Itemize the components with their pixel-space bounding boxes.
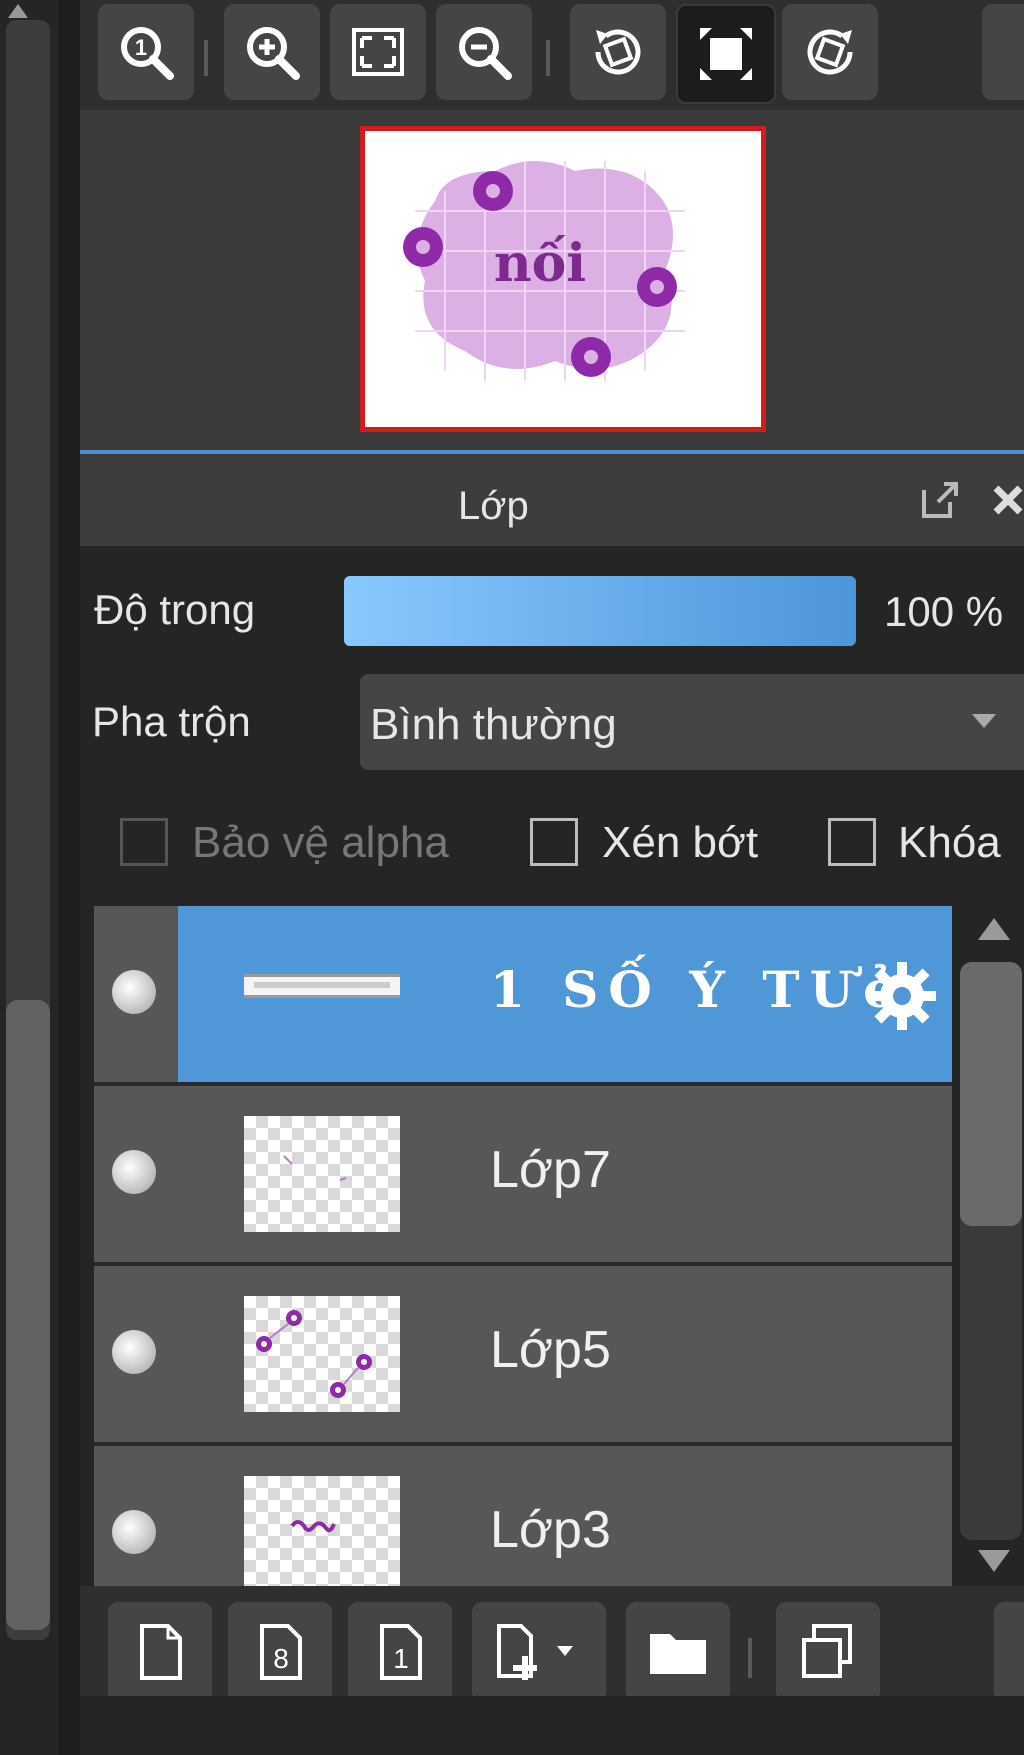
popout-icon[interactable] — [916, 476, 964, 524]
opacity-label: Độ trong — [94, 586, 256, 633]
layer-name[interactable]: Lớp5 — [490, 1320, 611, 1380]
rotate-right-button[interactable] — [782, 4, 878, 100]
toolbar-overflow-button[interactable] — [994, 1602, 1024, 1702]
layer-name[interactable]: Lớp7 — [490, 1140, 611, 1200]
panel-divider[interactable] — [58, 0, 80, 1755]
layer-thumbnail — [244, 966, 400, 1006]
zoom-in-button[interactable] — [224, 4, 320, 100]
rotate-left-icon — [595, 29, 641, 75]
layer-thumbnail-image — [290, 1520, 336, 1533]
new-8bit-layer-icon: 8 — [260, 1624, 302, 1680]
scroll-up-arrow-icon[interactable] — [8, 4, 28, 18]
duplicate-layer-button[interactable] — [776, 1602, 880, 1702]
layer-properties: Độ trong 100 % Pha trộn Bình thường Bảo … — [80, 546, 1024, 906]
visibility-toggle-icon[interactable] — [112, 1150, 156, 1194]
new-layer-button[interactable] — [108, 1602, 212, 1702]
folder-icon — [650, 1634, 706, 1674]
left-sidebar — [0, 0, 58, 1755]
add-layer-dropdown-icon — [497, 1624, 573, 1680]
fit-to-window-icon — [352, 28, 404, 76]
clipping-checkbox[interactable] — [530, 818, 578, 866]
layer-list: 1 SỐ Ý TƯở Lớp7 Lớp5 Lớp3 — [80, 906, 1024, 1586]
toolbar-separator — [748, 1638, 752, 1678]
scroll-up-arrow-icon[interactable] — [978, 918, 1010, 940]
zoom-out-icon — [459, 27, 512, 80]
visibility-toggle-icon[interactable] — [112, 1330, 156, 1374]
layers-panel-header: Lớp — [80, 454, 1024, 546]
layer-visibility-cell[interactable] — [94, 1086, 178, 1262]
layer-visibility-cell[interactable] — [94, 1446, 178, 1586]
scroll-down-arrow-icon[interactable] — [978, 1550, 1010, 1572]
opacity-value: 100 % — [884, 588, 1004, 635]
rotate-left-button[interactable] — [570, 4, 666, 100]
zoom-in-icon — [247, 27, 300, 80]
close-icon[interactable] — [988, 476, 1024, 524]
lock-label: Khóa — [898, 818, 1001, 867]
chevron-down-icon — [972, 714, 996, 728]
opacity-slider-fill — [344, 576, 856, 646]
navigator-toolbar: 1 — [80, 0, 1024, 110]
fit-to-window-button[interactable] — [330, 4, 426, 100]
left-scrollbar-thumb[interactable] — [6, 1000, 50, 1630]
new-8bit-layer-label: 8 — [273, 1643, 289, 1674]
layer-name[interactable]: Lớp3 — [490, 1500, 611, 1560]
duplicate-layer-icon — [802, 1624, 852, 1678]
add-layer-dropdown-button[interactable] — [472, 1602, 606, 1702]
protect-alpha-label: Bảo vệ alpha — [192, 818, 449, 867]
navigator-preview[interactable]: nối — [80, 110, 1024, 450]
layer-actions-toolbar: 8 1 — [80, 1586, 1024, 1702]
layer-thumbnail — [244, 1296, 400, 1412]
layer-thumbnail — [244, 1116, 400, 1232]
layer-visibility-cell[interactable] — [94, 906, 178, 1082]
layer-thumbnail-image — [283, 1155, 347, 1181]
scrollbar-thumb[interactable] — [960, 962, 1022, 1226]
canvas-artwork: nối — [365, 131, 761, 427]
blend-mode-value: Bình thường — [370, 700, 617, 749]
panel-bottom-edge — [80, 1696, 1024, 1755]
artwork-text: nối — [494, 233, 586, 294]
blend-mode-select[interactable]: Bình thường — [360, 674, 1024, 770]
layer-row[interactable]: Lớp3 — [94, 1446, 952, 1586]
layer-row[interactable]: Lớp5 — [94, 1266, 952, 1442]
clipping-label: Xén bớt — [602, 818, 759, 867]
visibility-toggle-icon[interactable] — [112, 1510, 156, 1554]
layer-name[interactable]: 1 SỐ Ý TƯở — [490, 960, 907, 1019]
lock-checkbox[interactable] — [828, 818, 876, 866]
layer-list-scrollbar[interactable] — [958, 914, 1024, 1574]
visibility-toggle-icon[interactable] — [112, 970, 156, 1014]
panel-title: Lớp — [458, 484, 529, 528]
new-layer-icon — [140, 1624, 182, 1680]
layer-thumbnail — [244, 1476, 400, 1586]
new-8bit-layer-button[interactable]: 8 — [228, 1602, 332, 1702]
new-1bit-layer-button[interactable]: 1 — [348, 1602, 452, 1702]
fullscreen-button[interactable] — [676, 4, 776, 104]
toolbar-overflow-button[interactable] — [982, 4, 1024, 100]
toolbar-separator — [204, 40, 208, 76]
new-1bit-layer-icon: 1 — [380, 1624, 422, 1680]
layer-thumbnail-image — [244, 974, 400, 998]
toolbar-separator — [546, 40, 550, 76]
new-folder-button[interactable] — [626, 1602, 730, 1702]
layer-row[interactable]: 1 SỐ Ý TƯở — [94, 906, 952, 1082]
gear-icon[interactable] — [864, 958, 940, 1034]
layer-thumbnail-image — [256, 1310, 372, 1398]
zoom-out-button[interactable] — [436, 4, 532, 100]
blend-mode-label: Pha trộn — [92, 698, 251, 745]
layer-visibility-cell[interactable] — [94, 1266, 178, 1442]
zoom-actual-size-icon: 1 — [121, 27, 174, 80]
opacity-slider[interactable] — [344, 576, 856, 646]
protect-alpha-checkbox[interactable] — [120, 818, 168, 866]
layer-row[interactable]: Lớp7 — [94, 1086, 952, 1262]
fullscreen-icon — [700, 28, 752, 80]
new-1bit-layer-label: 1 — [393, 1643, 409, 1674]
rotate-right-icon — [807, 29, 853, 75]
canvas-thumbnail[interactable]: nối — [360, 126, 766, 432]
zoom-actual-size-button[interactable]: 1 — [98, 4, 194, 100]
zoom-actual-size-label: 1 — [135, 35, 147, 60]
